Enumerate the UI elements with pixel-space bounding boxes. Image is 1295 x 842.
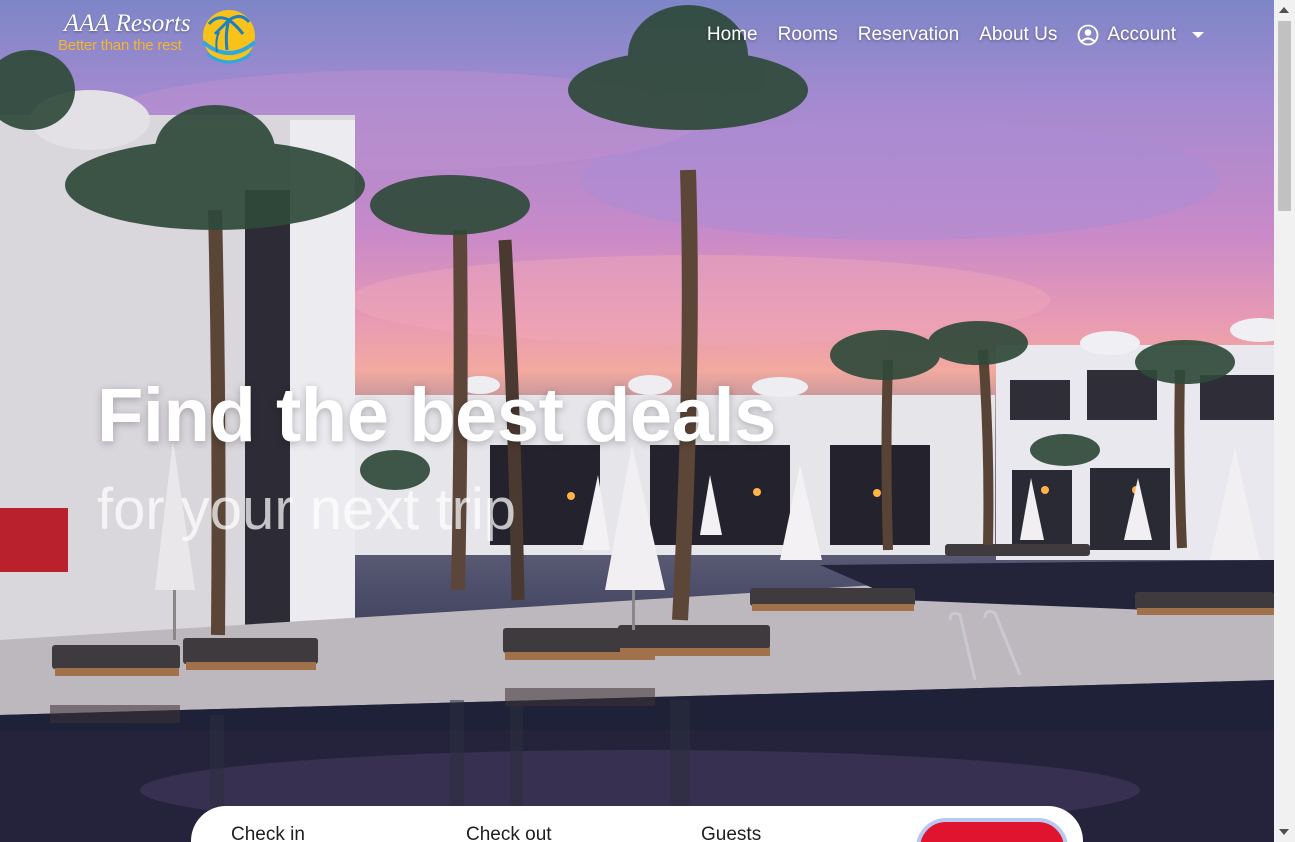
brand-tagline: Better than the rest [58,37,182,54]
check-in-field[interactable]: Check in [231,824,305,842]
nav-reservation-link[interactable]: Reservation [858,24,959,46]
booking-bar: Check in Check out Guests [191,806,1083,842]
user-circle-icon [1077,24,1099,46]
nav-home-link[interactable]: Home [707,24,758,46]
palm-sun-icon [201,10,257,64]
scroll-down-arrow-icon[interactable] [1279,829,1289,835]
chevron-down-icon [1192,32,1204,38]
check-out-field[interactable]: Check out [466,824,552,842]
search-button[interactable] [916,818,1068,842]
nav-account-dropdown[interactable]: Account [1077,24,1204,46]
page-scrollbar[interactable] [1274,0,1295,842]
nav-rooms-link[interactable]: Rooms [778,24,838,46]
guests-field[interactable]: Guests [701,824,761,842]
account-label: Account [1107,24,1176,45]
hero-section: AAA Resorts Better than the rest Home Ro… [0,0,1274,842]
brand-name: AAA Resorts [64,10,191,37]
scroll-up-arrow-icon[interactable] [1279,7,1289,13]
nav-links: Home Rooms Reservation About Us Account [707,24,1204,46]
hero-subheadline: for your next trip [97,477,517,542]
navbar: AAA Resorts Better than the rest Home Ro… [0,0,1274,76]
hero-headline: Find the best deals [97,373,776,458]
nav-about-us-link[interactable]: About Us [979,24,1057,46]
scrollbar-thumb[interactable] [1278,21,1291,211]
